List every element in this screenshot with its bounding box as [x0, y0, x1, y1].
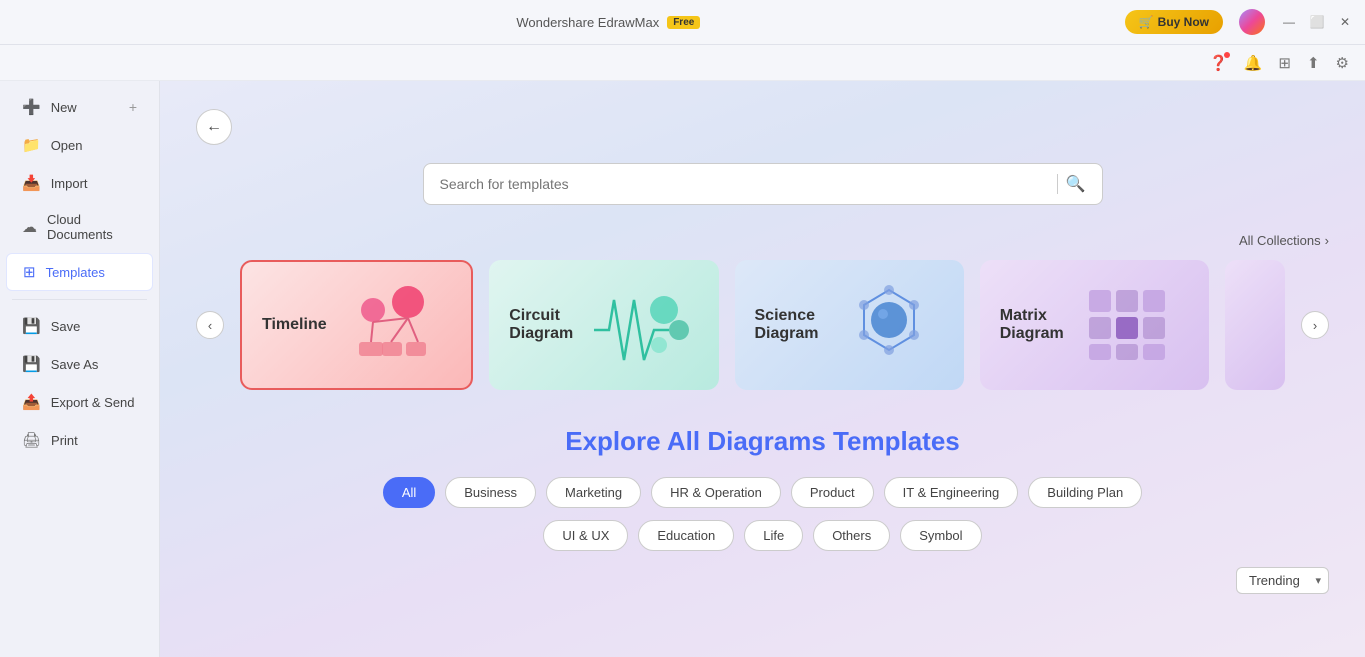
sidebar-label-print: Print — [51, 433, 78, 448]
settings-icon[interactable]: ⚙ — [1336, 54, 1349, 72]
science-visual — [835, 260, 944, 390]
sidebar-item-export[interactable]: 📤 Export & Send — [6, 384, 153, 420]
filter-uiux[interactable]: UI & UX — [543, 520, 628, 551]
filter-row-1: All Business Marketing HR & Operation Pr… — [196, 477, 1329, 508]
trending-select[interactable]: Trending Newest Popular — [1236, 567, 1329, 594]
partial-card — [1225, 260, 1285, 390]
filter-hr[interactable]: HR & Operation — [651, 477, 781, 508]
timeline-label: Timeline — [262, 316, 327, 334]
titlebar-controls: 🛒 Buy Now — ⬜ ✕ — [1125, 9, 1353, 35]
titlebar: Wondershare EdrawMax Free 🛒 Buy Now — ⬜ … — [0, 0, 1365, 45]
filter-symbol[interactable]: Symbol — [900, 520, 981, 551]
sidebar-label-open: Open — [51, 138, 83, 153]
explore-highlight: All Diagrams Templates — [667, 426, 960, 456]
search-button[interactable]: 🔍 — [1066, 174, 1086, 194]
avatar[interactable] — [1239, 9, 1265, 35]
filter-marketing[interactable]: Marketing — [546, 477, 641, 508]
search-input[interactable] — [440, 176, 1049, 192]
close-button[interactable]: ✕ — [1337, 14, 1353, 30]
sidebar-divider — [12, 299, 147, 300]
matrix-visual — [1080, 260, 1189, 390]
apps-icon[interactable]: ⊞ — [1278, 54, 1291, 72]
back-button[interactable]: ← — [196, 109, 232, 145]
templates-icon: ⊞ — [23, 263, 36, 281]
minimize-button[interactable]: — — [1281, 14, 1297, 30]
new-extra: + — [129, 99, 137, 115]
sidebar-label-import: Import — [51, 176, 88, 191]
buy-now-button[interactable]: 🛒 Buy Now — [1125, 10, 1223, 34]
sidebar-label-save: Save — [51, 319, 81, 334]
template-card-timeline[interactable]: Timeline — [240, 260, 473, 390]
filter-life[interactable]: Life — [744, 520, 803, 551]
prev-arrow[interactable]: ‹ — [196, 311, 224, 339]
next-arrow[interactable]: › — [1301, 311, 1329, 339]
save-icon: 💾 — [22, 317, 41, 335]
search-box: 🔍 — [423, 163, 1103, 205]
saveas-icon: 💾 — [22, 355, 41, 373]
sidebar-item-save[interactable]: 💾 Save — [6, 308, 153, 344]
maximize-button[interactable]: ⬜ — [1309, 14, 1325, 30]
app-name: Wondershare EdrawMax — [516, 15, 659, 30]
sidebar-item-saveas[interactable]: 💾 Save As — [6, 346, 153, 382]
filter-business[interactable]: Business — [445, 477, 536, 508]
sidebar-item-import[interactable]: 📥 Import — [6, 165, 153, 201]
sidebar-label-new: New — [51, 100, 77, 115]
sidebar-item-open[interactable]: 📁 Open — [6, 127, 153, 163]
sidebar: ➕ New + 📁 Open 📥 Import ☁ Cloud Document… — [0, 81, 160, 657]
filter-product[interactable]: Product — [791, 477, 874, 508]
free-badge: Free — [667, 16, 700, 29]
filter-building[interactable]: Building Plan — [1028, 477, 1142, 508]
filter-all[interactable]: All — [383, 477, 435, 508]
window-controls: — ⬜ ✕ — [1281, 14, 1353, 30]
titlebar-center: Wondershare EdrawMax Free — [516, 15, 700, 30]
print-icon: 🖨 — [22, 431, 41, 449]
sidebar-item-templates[interactable]: ⊞ Templates — [6, 253, 153, 291]
filter-education[interactable]: Education — [638, 520, 734, 551]
template-card-circuit[interactable]: CircuitDiagram — [489, 260, 718, 390]
content-area: ← 🔍 All Collections › ‹ Timeline — [160, 81, 1365, 657]
all-collections-link[interactable]: All Collections › — [1239, 233, 1329, 248]
toolbar: ❓ 🔔 ⊞ ⬆ ⚙ — [0, 45, 1365, 81]
cloud-icon: ☁ — [22, 218, 37, 236]
all-collections-label: All Collections — [1239, 233, 1321, 248]
filter-others[interactable]: Others — [813, 520, 890, 551]
export-icon: 📤 — [22, 393, 41, 411]
circuit-visual — [589, 260, 699, 390]
explore-title: Explore All Diagrams Templates — [196, 426, 1329, 457]
notification-icon[interactable]: 🔔 — [1244, 54, 1263, 72]
sidebar-label-cloud: Cloud Documents — [47, 212, 137, 242]
collections-header: All Collections › — [196, 233, 1329, 248]
main-layout: ➕ New + 📁 Open 📥 Import ☁ Cloud Document… — [0, 81, 1365, 657]
template-card-matrix[interactable]: MatrixDiagram — [980, 260, 1209, 390]
help-icon[interactable]: ❓ — [1209, 54, 1228, 72]
sidebar-label-templates: Templates — [46, 265, 105, 280]
science-label: ScienceDiagram — [755, 307, 819, 343]
import-icon: 📥 — [22, 174, 41, 192]
filter-it[interactable]: IT & Engineering — [884, 477, 1019, 508]
search-divider — [1057, 174, 1058, 194]
sidebar-label-export: Export & Send — [51, 395, 135, 410]
template-cards-row: ‹ Timeline — [196, 260, 1329, 390]
timeline-visual — [343, 262, 453, 388]
template-card-science[interactable]: ScienceDiagram — [735, 260, 964, 390]
trending-wrapper: Trending Newest Popular ▾ — [1236, 567, 1329, 594]
upload-icon[interactable]: ⬆ — [1307, 54, 1320, 72]
open-icon: 📁 — [22, 136, 41, 154]
sidebar-item-new[interactable]: ➕ New + — [6, 89, 153, 125]
circuit-label: CircuitDiagram — [509, 307, 573, 343]
sidebar-item-print[interactable]: 🖨 Print — [6, 422, 153, 458]
sidebar-item-cloud[interactable]: ☁ Cloud Documents — [6, 203, 153, 251]
collections-arrow: › — [1325, 233, 1329, 248]
search-container: 🔍 — [196, 163, 1329, 205]
matrix-label: MatrixDiagram — [1000, 307, 1064, 343]
sidebar-label-saveas: Save As — [51, 357, 99, 372]
new-icon: ➕ — [22, 98, 41, 116]
trending-row: Trending Newest Popular ▾ — [196, 567, 1329, 594]
filter-row-2: UI & UX Education Life Others Symbol — [196, 520, 1329, 551]
